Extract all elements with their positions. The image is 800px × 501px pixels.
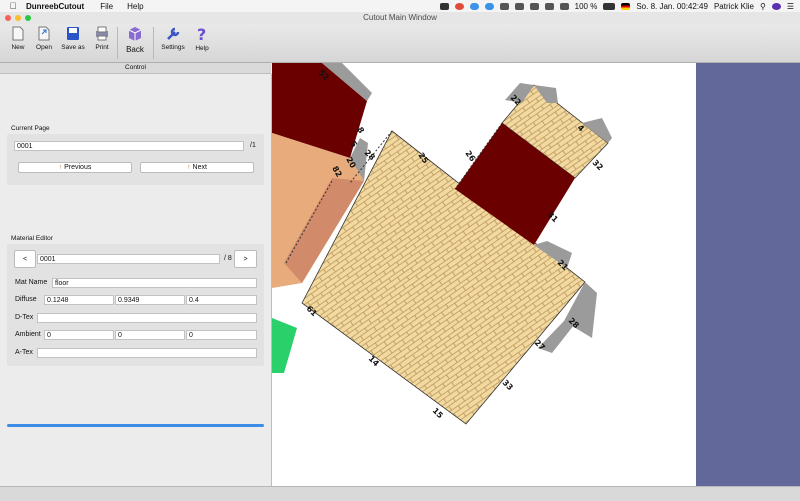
current-page-total: /1 [250, 142, 256, 149]
flag-de-icon[interactable] [621, 2, 631, 10]
d-tex-input[interactable] [37, 313, 257, 323]
cutout-drawing: 52 8 5 20 28 25 26 22 4 32 31 21 33 27 2… [272, 63, 612, 425]
material-total: / 8 [224, 255, 232, 262]
volume-icon[interactable] [559, 2, 569, 10]
edge-label: 15 [431, 406, 446, 421]
menu-file[interactable]: File [100, 2, 113, 11]
close-window-icon[interactable] [5, 15, 11, 21]
open-button[interactable]: Open [34, 26, 54, 51]
minimize-window-icon[interactable] [15, 15, 21, 21]
svg-text:?: ? [197, 26, 206, 42]
question-mark-icon: ? [197, 26, 206, 42]
a-tex-label: A-Tex [15, 349, 33, 356]
a-tex-input[interactable] [37, 348, 257, 358]
cloud-sync-icon[interactable] [484, 2, 494, 10]
help-button[interactable]: ? Help [192, 26, 212, 52]
up-arrow-icon: ↑ [187, 164, 191, 171]
diffuse-label: Diffuse [15, 296, 37, 303]
edge-label: 32 [591, 158, 605, 172]
clock[interactable]: So. 8. Jan. 00:42:49 [636, 2, 708, 11]
green-face [272, 318, 297, 373]
control-panel: Current Page 0001 /1 ↑ Previous ↑ Next M… [0, 74, 272, 486]
app-menu[interactable]: DunreebCutout [26, 2, 84, 11]
toolbar-separator [117, 27, 118, 59]
previous-page-button[interactable]: ↑ Previous [18, 162, 132, 173]
ambient-g-input[interactable]: 0 [115, 330, 185, 340]
mat-name-input[interactable]: floor [52, 278, 257, 288]
toolbar: New Open Save as Print Back Settings ? H… [0, 24, 800, 63]
current-page-group: 0001 /1 ↑ Previous ↑ Next [7, 134, 264, 185]
cube-icon [128, 27, 142, 41]
cloud-icon[interactable] [469, 2, 479, 10]
zoom-window-icon[interactable] [25, 15, 31, 21]
current-page-label: Current Page [11, 125, 50, 132]
up-arrow-icon: ↑ [58, 164, 63, 171]
notification-center-icon[interactable]: ☰ [787, 2, 794, 11]
window-controls [5, 15, 31, 21]
material-index-input[interactable]: 0001 [37, 254, 220, 264]
bluetooth-icon[interactable] [514, 2, 524, 10]
print-icon [96, 26, 108, 41]
ambient-label: Ambient [15, 331, 41, 338]
material-editor-label: Material Editor [11, 235, 53, 242]
diffuse-r-input[interactable]: 0.1248 [44, 295, 114, 305]
user-name[interactable]: Patrick Klie [714, 2, 754, 11]
d-tex-label: D-Tex [15, 314, 34, 321]
cutout-canvas[interactable]: 52 8 5 20 28 25 26 22 4 32 31 21 33 27 2… [272, 63, 696, 486]
status-area: 100 % So. 8. Jan. 00:42:49 Patrick Klie … [439, 0, 794, 12]
current-page-input[interactable]: 0001 [14, 141, 244, 151]
material-next-button[interactable]: > [234, 250, 257, 268]
wrench-icon [166, 27, 179, 40]
pen-icon[interactable] [439, 2, 449, 10]
next-page-button[interactable]: ↑ Next [140, 162, 254, 173]
new-document-icon [12, 26, 24, 41]
menu-help[interactable]: Help [127, 2, 143, 11]
back-button[interactable]: Back [124, 26, 146, 54]
airplay-icon[interactable] [544, 2, 554, 10]
apple-menu-icon[interactable]:  [0, 1, 26, 11]
control-panel-title: Control [0, 63, 271, 74]
window-bottom-bar [0, 486, 800, 501]
progress-bar [7, 424, 264, 427]
spotlight-icon[interactable]: ⚲ [760, 2, 766, 11]
sync-icon[interactable] [499, 2, 509, 10]
toolbar-separator [153, 27, 154, 59]
ambient-r-input[interactable]: 0 [44, 330, 114, 340]
mat-name-label: Mat Name [15, 279, 48, 286]
wifi-icon[interactable] [529, 2, 539, 10]
ambient-b-input[interactable]: 0 [186, 330, 257, 340]
print-button[interactable]: Print [92, 26, 112, 51]
battery-percent: 100 % [574, 1, 598, 11]
window-title: Cutout Main Window [0, 12, 800, 24]
battery-icon[interactable] [603, 2, 616, 10]
save-icon [67, 27, 79, 40]
diffuse-g-input[interactable]: 0.9349 [115, 295, 185, 305]
material-prev-button[interactable]: < [14, 250, 36, 268]
canvas-margin [696, 63, 800, 486]
diffuse-b-input[interactable]: 0.4 [186, 295, 257, 305]
material-editor-group: < 0001 / 8 > Mat Name floor Diffuse 0.12… [7, 244, 264, 366]
save-as-button[interactable]: Save as [60, 26, 86, 51]
settings-button[interactable]: Settings [160, 26, 186, 51]
new-button[interactable]: New [8, 26, 28, 51]
siri-icon[interactable] [771, 2, 781, 10]
open-document-icon [38, 26, 50, 41]
record-icon[interactable] [454, 2, 464, 10]
